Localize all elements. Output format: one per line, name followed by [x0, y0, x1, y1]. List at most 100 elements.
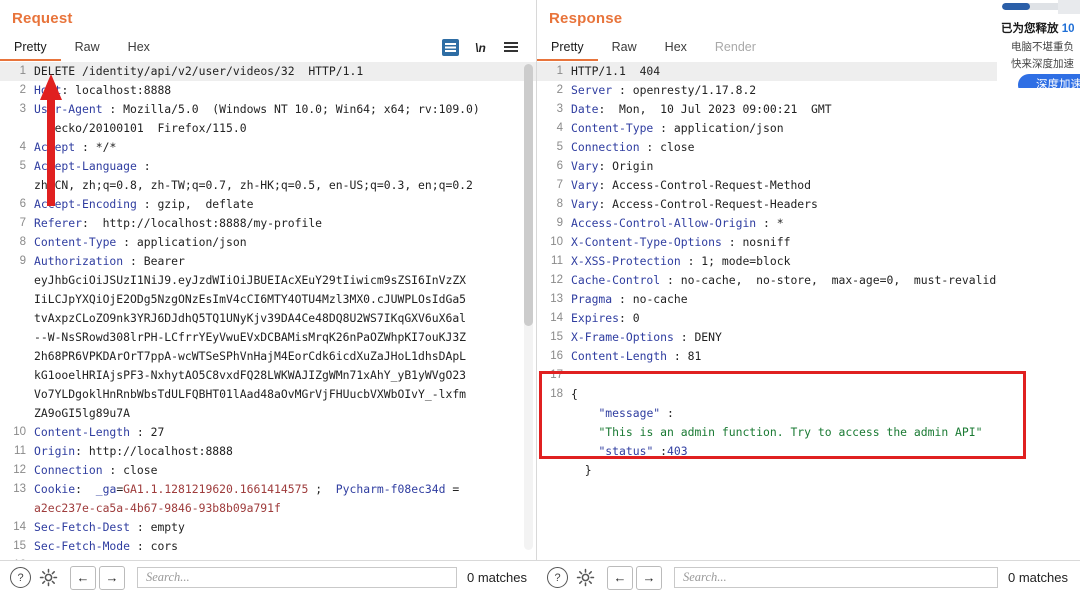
line-number: 9 — [556, 217, 563, 229]
line-text: Sec-Fetch-Mode : cors — [34, 539, 179, 553]
line-text: kG1ooelHRIAjsPF3-NxhytAO5C8vxdFQ28LWKWAJ… — [34, 368, 467, 382]
tab-request-pretty[interactable]: Pretty — [0, 38, 61, 61]
code-line: IiLCJpYXQiOjE2ODg5NzgONzEsImV4cCI6MTY4OT… — [0, 290, 537, 309]
panel-divider[interactable] — [536, 0, 537, 560]
code-line: eyJhbGciOiJSUzI1NiJ9.eyJzdWIiOiJBUEIAcXE… — [0, 271, 537, 290]
line-text: Gecko/20100101 Firefox/115.0 — [34, 121, 247, 135]
line-text: Referer: http://localhost:8888/my-profil… — [34, 216, 323, 230]
request-panel-title: Request — [12, 10, 73, 27]
line-text: Sec-Fetch-Dest : empty — [34, 520, 185, 534]
code-line: 14 Sec-Fetch-Dest : empty — [0, 518, 537, 537]
line-number: 3 — [556, 103, 563, 115]
code-line: 12 Cache-Control : no-cache, no-store, ma… — [537, 271, 997, 290]
line-number: 8 — [556, 198, 563, 210]
response-panel-title: Response — [549, 10, 623, 27]
line-text: Cache-Control : no-cache, no-store, max-… — [571, 273, 997, 287]
line-number: 11 — [551, 255, 563, 267]
code-line: "message" : — [537, 404, 997, 423]
request-tab-icons: \n — [442, 39, 519, 56]
response-scrollbar[interactable] — [989, 64, 998, 550]
code-line: 10 X-Content-Type-Options : nosniff — [537, 233, 997, 252]
line-text: X-Frame-Options : DENY — [571, 330, 722, 344]
code-line: 2 Host: localhost:8888 — [0, 81, 537, 100]
line-text: Content-Type : application/json — [34, 235, 247, 249]
code-line: 11 Origin: http://localhost:8888 — [0, 442, 537, 461]
code-line: 12 Connection : close — [0, 461, 537, 480]
code-line: "status" :403 — [537, 442, 997, 461]
code-line: 1 HTTP/1.1 404 — [537, 62, 997, 81]
code-line: 14 Expires: 0 — [537, 309, 997, 328]
line-text: "This is an admin function. Try to acces… — [598, 425, 997, 439]
line-text: DELETE /identity/api/v2/user/videos/32 H… — [34, 64, 364, 78]
tab-response-pretty[interactable]: Pretty — [537, 38, 598, 61]
burp-suite-repeater-window: Request Pretty Raw Hex \n 1 DELETE /ident… — [0, 0, 1080, 594]
promo-progress-fill — [1002, 3, 1030, 10]
line-number: 8 — [19, 236, 26, 248]
code-line: --W-NsSRowd308lrPH-LCfrrYEyVwuEVxDCBAMis… — [0, 328, 537, 347]
code-line: 5 Connection : close — [537, 138, 997, 157]
tab-request-hex[interactable]: Hex — [114, 38, 164, 59]
code-line: 6 Accept-Encoding : gzip, deflate — [0, 195, 537, 214]
tab-response-render[interactable]: Render — [701, 38, 770, 59]
code-line: zh-CN, zh;q=0.8, zh-TW;q=0.7, zh-HK;q=0.… — [0, 176, 537, 195]
response-tabstrip: Pretty Raw Hex Render — [537, 38, 997, 62]
line-text: 2h68PR6VPKDArOrT7ppA-wcWTSeSPhVnHajM4Eor… — [34, 349, 467, 363]
promo-line-2: 快来深度加速 — [1011, 58, 1074, 70]
search-prev-button[interactable]: ← — [607, 565, 633, 590]
line-text: Content-Type : application/json — [571, 121, 784, 135]
code-line: 4 Accept : */* — [0, 138, 537, 157]
help-icon[interactable]: ? — [10, 567, 31, 588]
line-number: 7 — [556, 179, 563, 191]
promo-headline: 已为您释放 10 — [1001, 20, 1075, 36]
code-line: 10 Content-Length : 27 — [0, 423, 537, 442]
line-number: 14 — [550, 312, 563, 324]
search-next-button[interactable]: → — [99, 565, 125, 590]
response-message-editor[interactable]: 1 HTTP/1.1 404 2 Server : openresty/1.17.8.… — [537, 62, 997, 560]
line-text: X-XSS-Protection : 1; mode=block — [571, 254, 791, 268]
code-line: "This is an admin function. Try to acces… — [537, 423, 997, 442]
request-scrollbar[interactable] — [524, 64, 533, 550]
line-number: 2 — [556, 84, 563, 96]
help-icon[interactable]: ? — [547, 567, 568, 588]
response-search-input[interactable] — [674, 567, 999, 588]
request-search-input[interactable] — [137, 567, 458, 588]
request-scrollbar-thumb[interactable] — [524, 64, 533, 326]
line-text: Access-Control-Allow-Origin : * — [571, 216, 784, 230]
line-text: Accept : */* — [34, 140, 117, 154]
line-text: tvAxpzCLoZO9nk3YRJ6DJdhQ5TQ1UNyKjv39DA4C… — [34, 311, 467, 325]
tab-request-raw[interactable]: Raw — [61, 38, 114, 59]
code-line: 2h68PR6VPKDArOrT7ppA-wcWTSeSPhVnHajM4Eor… — [0, 347, 537, 366]
line-number: 4 — [19, 141, 26, 153]
code-line: 13 Cookie: _ga=GA1.1.1281219620.166141457… — [0, 480, 537, 499]
code-line: 15 Sec-Fetch-Mode : cors — [0, 537, 537, 556]
promo-corner-block — [1058, 0, 1080, 14]
line-number: 15 — [550, 331, 563, 343]
word-wrap-icon[interactable] — [442, 39, 459, 56]
code-line: 2 Server : openresty/1.17.8.2 — [537, 81, 997, 100]
gear-icon[interactable] — [576, 568, 595, 587]
search-next-button[interactable]: → — [636, 565, 662, 590]
tab-response-raw[interactable]: Raw — [598, 38, 651, 59]
line-text: Host: localhost:8888 — [34, 83, 172, 97]
promo-action-button[interactable]: 深度加速 — [1018, 74, 1080, 88]
newline-icon[interactable]: \n — [472, 39, 489, 56]
search-prev-button[interactable]: ← — [70, 565, 96, 590]
hamburger-menu-icon[interactable] — [502, 39, 519, 56]
tab-response-hex[interactable]: Hex — [651, 38, 701, 59]
line-text: Date: Mon, 10 Jul 2023 09:00:21 GMT — [571, 102, 832, 116]
line-text: User-Agent : Mozilla/5.0 (Windows NT 10.… — [34, 102, 480, 116]
code-line: 5 Accept-Language : — [0, 157, 537, 176]
gear-icon[interactable] — [39, 568, 58, 587]
line-text: Vary: Access-Control-Request-Method — [571, 178, 812, 192]
code-line: 13 Pragma : no-cache — [537, 290, 997, 309]
line-number: 13 — [550, 293, 563, 305]
line-text: Origin: http://localhost:8888 — [34, 444, 233, 458]
code-line: 11 X-XSS-Protection : 1; mode=block — [537, 252, 997, 271]
line-number: 6 — [19, 198, 26, 210]
request-message-editor[interactable]: 1 DELETE /identity/api/v2/user/videos/32 … — [0, 62, 537, 560]
line-text: Content-Length : 27 — [34, 425, 165, 439]
code-line: 1 DELETE /identity/api/v2/user/videos/32 … — [0, 62, 537, 81]
line-text: Server : openresty/1.17.8.2 — [571, 83, 757, 97]
line-number: 9 — [19, 255, 26, 267]
line-number: 17 — [550, 369, 563, 381]
